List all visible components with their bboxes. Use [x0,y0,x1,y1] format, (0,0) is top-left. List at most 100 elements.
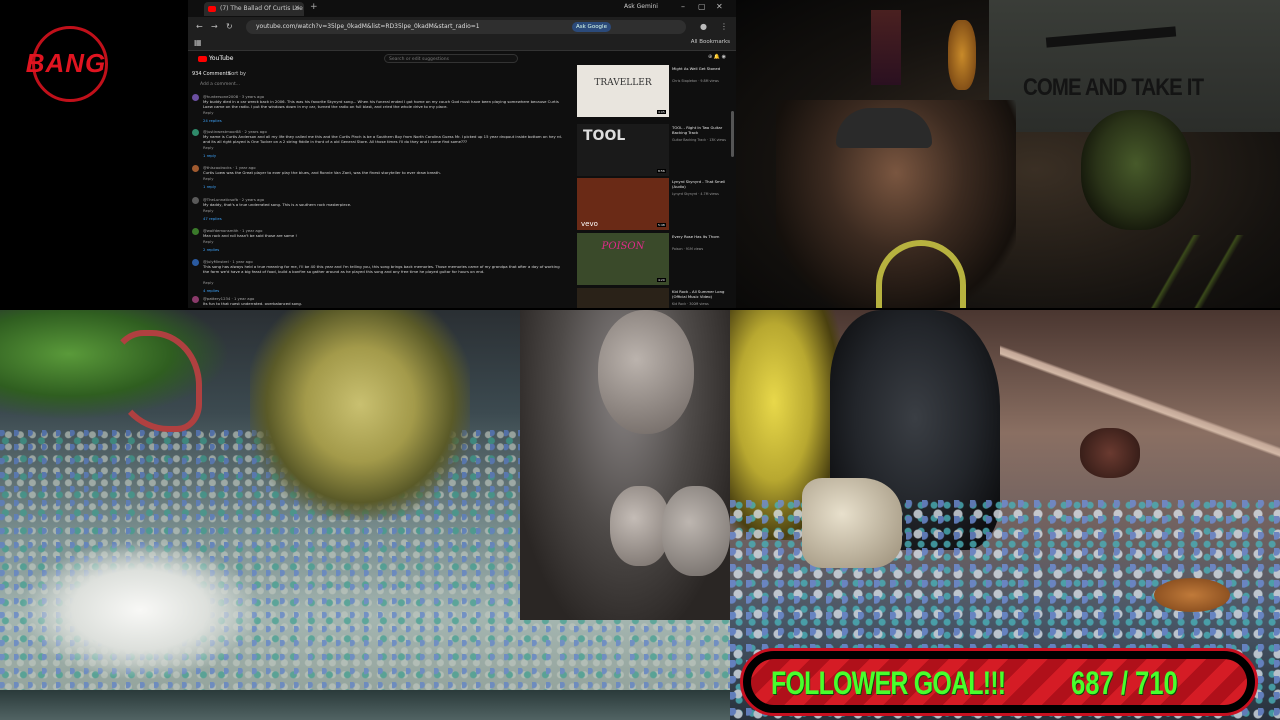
scrollbar[interactable] [731,111,734,157]
avatar[interactable] [192,94,199,101]
video-duration: 4:05 [657,110,666,114]
avatar[interactable] [192,129,199,136]
youtube-wordmark: YouTube [209,55,234,62]
follower-target: 710 [1135,665,1178,701]
video-thumbnail[interactable]: TRAVELLER [577,65,669,117]
replies-toggle[interactable]: 24 replies [203,118,222,123]
webcam-feed: COME AND TAKE IT [736,0,1280,308]
suggested-video[interactable]: vevo 5:48 Lynyrd Skynyrd - That Smell (A… [577,178,731,230]
svg-text:TOOL: TOOL [583,128,625,144]
comment-text: Curtis Loew was the Great player to ever… [203,170,441,175]
video-title[interactable]: Might As Well Get Stoned [672,66,728,72]
video-title[interactable]: Kid Rock - All Summer Long (Official Mus… [672,289,728,299]
avatar[interactable] [192,165,199,172]
follower-goal-widget: FOLLOWER GOAL!!! 687 / 710 [740,648,1258,716]
video-duration: 5:48 [657,223,666,227]
tab-title: (7) The Ballad Of Curtis Loe [220,5,303,12]
sort-by-button[interactable]: Sort by [228,71,246,77]
notifications-icon[interactable]: 🔔 [714,54,720,60]
forward-icon[interactable]: → [211,22,218,31]
follower-goal-label: FOLLOWER GOAL!!! [771,665,1006,701]
svg-text:POISON: POISON [601,241,646,252]
video-thumbnail[interactable]: TOOL [577,124,669,176]
video-duration: 8:56 [657,169,666,173]
minimize-icon[interactable]: – [681,2,685,11]
search-input[interactable]: Search or edit suggestions [384,54,518,63]
comment-text: Its fun to that ruest underrated. overba… [203,301,303,306]
tab-youtube[interactable]: (7) The Ballad Of Curtis Loe [204,2,304,16]
light-glare [20,540,260,680]
reply-button[interactable]: Reply [203,208,214,213]
reply-button[interactable]: Reply [203,280,214,285]
replies-toggle[interactable]: 4 replies [203,288,219,293]
avatar[interactable] [192,259,199,266]
video-meta: Guitar Backing Track · 13K views [672,138,726,142]
tank-tubing [1000,320,1280,500]
skull-decoration [1081,110,1191,230]
video-title[interactable]: TOOL - Right In Two Guitar Backing Track [672,125,728,135]
apps-grid-icon[interactable]: ▦ [194,38,202,47]
comment-count: 934 Comments [192,71,231,77]
youtube-logo[interactable]: YouTube [198,55,233,62]
close-window-icon[interactable]: ✕ [716,2,723,11]
wall-poster [871,10,901,85]
follower-current: 687 [1071,665,1114,701]
youtube-page: YouTube Search or edit suggestions ⊕ 🔔 ◉… [188,51,736,308]
avatar[interactable] [192,197,199,204]
maximize-icon[interactable]: ▢ [698,2,706,11]
add-comment-input[interactable]: Add a comment... [200,82,240,87]
ask-google-button[interactable]: Ask Google [572,22,611,32]
reply-button[interactable]: Reply [203,239,214,244]
rock [1080,428,1140,478]
follower-goal-count: 687 / 710 [1071,665,1178,702]
video-thumbnail[interactable] [577,288,669,308]
replies-toggle[interactable]: 2 replies [203,247,219,252]
reply-button[interactable]: Reply [203,145,214,150]
back-icon[interactable]: ← [196,22,203,31]
avatar[interactable]: ◉ [722,54,726,60]
video-meta: Chris Stapleton · 9.8M views [672,79,719,83]
replies-toggle[interactable]: 47 replies [203,216,222,221]
flag-text: COME AND TAKE IT [1023,74,1204,101]
streamer-cap [836,108,932,148]
create-icon[interactable]: ⊕ [708,54,712,60]
aquarium-feed-left [0,310,730,720]
tank-rim [0,690,730,720]
address-input[interactable]: youtube.com/watch?v=35lpe_0kadM&list=RD3… [246,20,686,34]
video-title[interactable]: Lynyrd Skynyrd - That Smell (Audio) [672,179,728,189]
aquarium-plant-yellow [250,310,470,520]
follower-goal-bar: FOLLOWER GOAL!!! 687 / 710 [751,659,1247,705]
reply-button[interactable]: Reply [203,176,214,181]
youtube-play-icon [198,55,207,62]
wall-figure [948,20,976,90]
avatar[interactable] [192,228,199,235]
video-title[interactable]: Every Rose Has Its Thorn [672,234,728,240]
bookmarks-bar: ▦ All Bookmarks [188,37,736,51]
reload-icon[interactable]: ↻ [226,22,233,31]
avatar[interactable] [192,296,199,303]
comment-text: My name is Curtis Anderson and all my li… [203,134,563,144]
replies-toggle[interactable]: 1 reply [203,184,216,189]
replies-toggle[interactable]: 1 reply [203,153,216,158]
profile-icon[interactable]: ● [700,22,707,31]
all-bookmarks-link[interactable]: All Bookmarks [691,39,730,45]
comment-text: This song has always held a true meaning… [203,264,560,274]
suggested-video[interactable]: TRAVELLER 4:05 Might As Well Get Stoned … [577,65,731,117]
cable [1106,235,1280,308]
video-thumbnail[interactable]: vevo [577,178,669,230]
svg-text:TRAVELLER: TRAVELLER [594,78,651,88]
suggested-video[interactable]: Kid Rock - All Summer Long (Official Mus… [577,288,731,308]
reply-button[interactable]: Reply [203,110,214,115]
follower-separator: / [1120,665,1128,701]
video-meta: Poison · 91M views [672,247,704,251]
geode-rock [598,310,694,434]
video-thumbnail[interactable]: POISON [577,233,669,285]
suggested-video[interactable]: TOOL 8:56 TOOL - Right In Two Guitar Bac… [577,124,731,176]
new-tab-button[interactable]: + [310,2,318,12]
suggested-video[interactable]: POISON 4:20 Every Rose Has Its Thorn Poi… [577,233,731,285]
ask-gemini-button[interactable]: Ask Gemini [624,3,658,10]
rock [610,486,670,566]
tab-close-icon[interactable]: ✕ [294,4,300,12]
video-meta: Lynyrd Skynyrd · 4.7M views [672,192,719,196]
menu-icon[interactable]: ⋮ [720,22,728,31]
